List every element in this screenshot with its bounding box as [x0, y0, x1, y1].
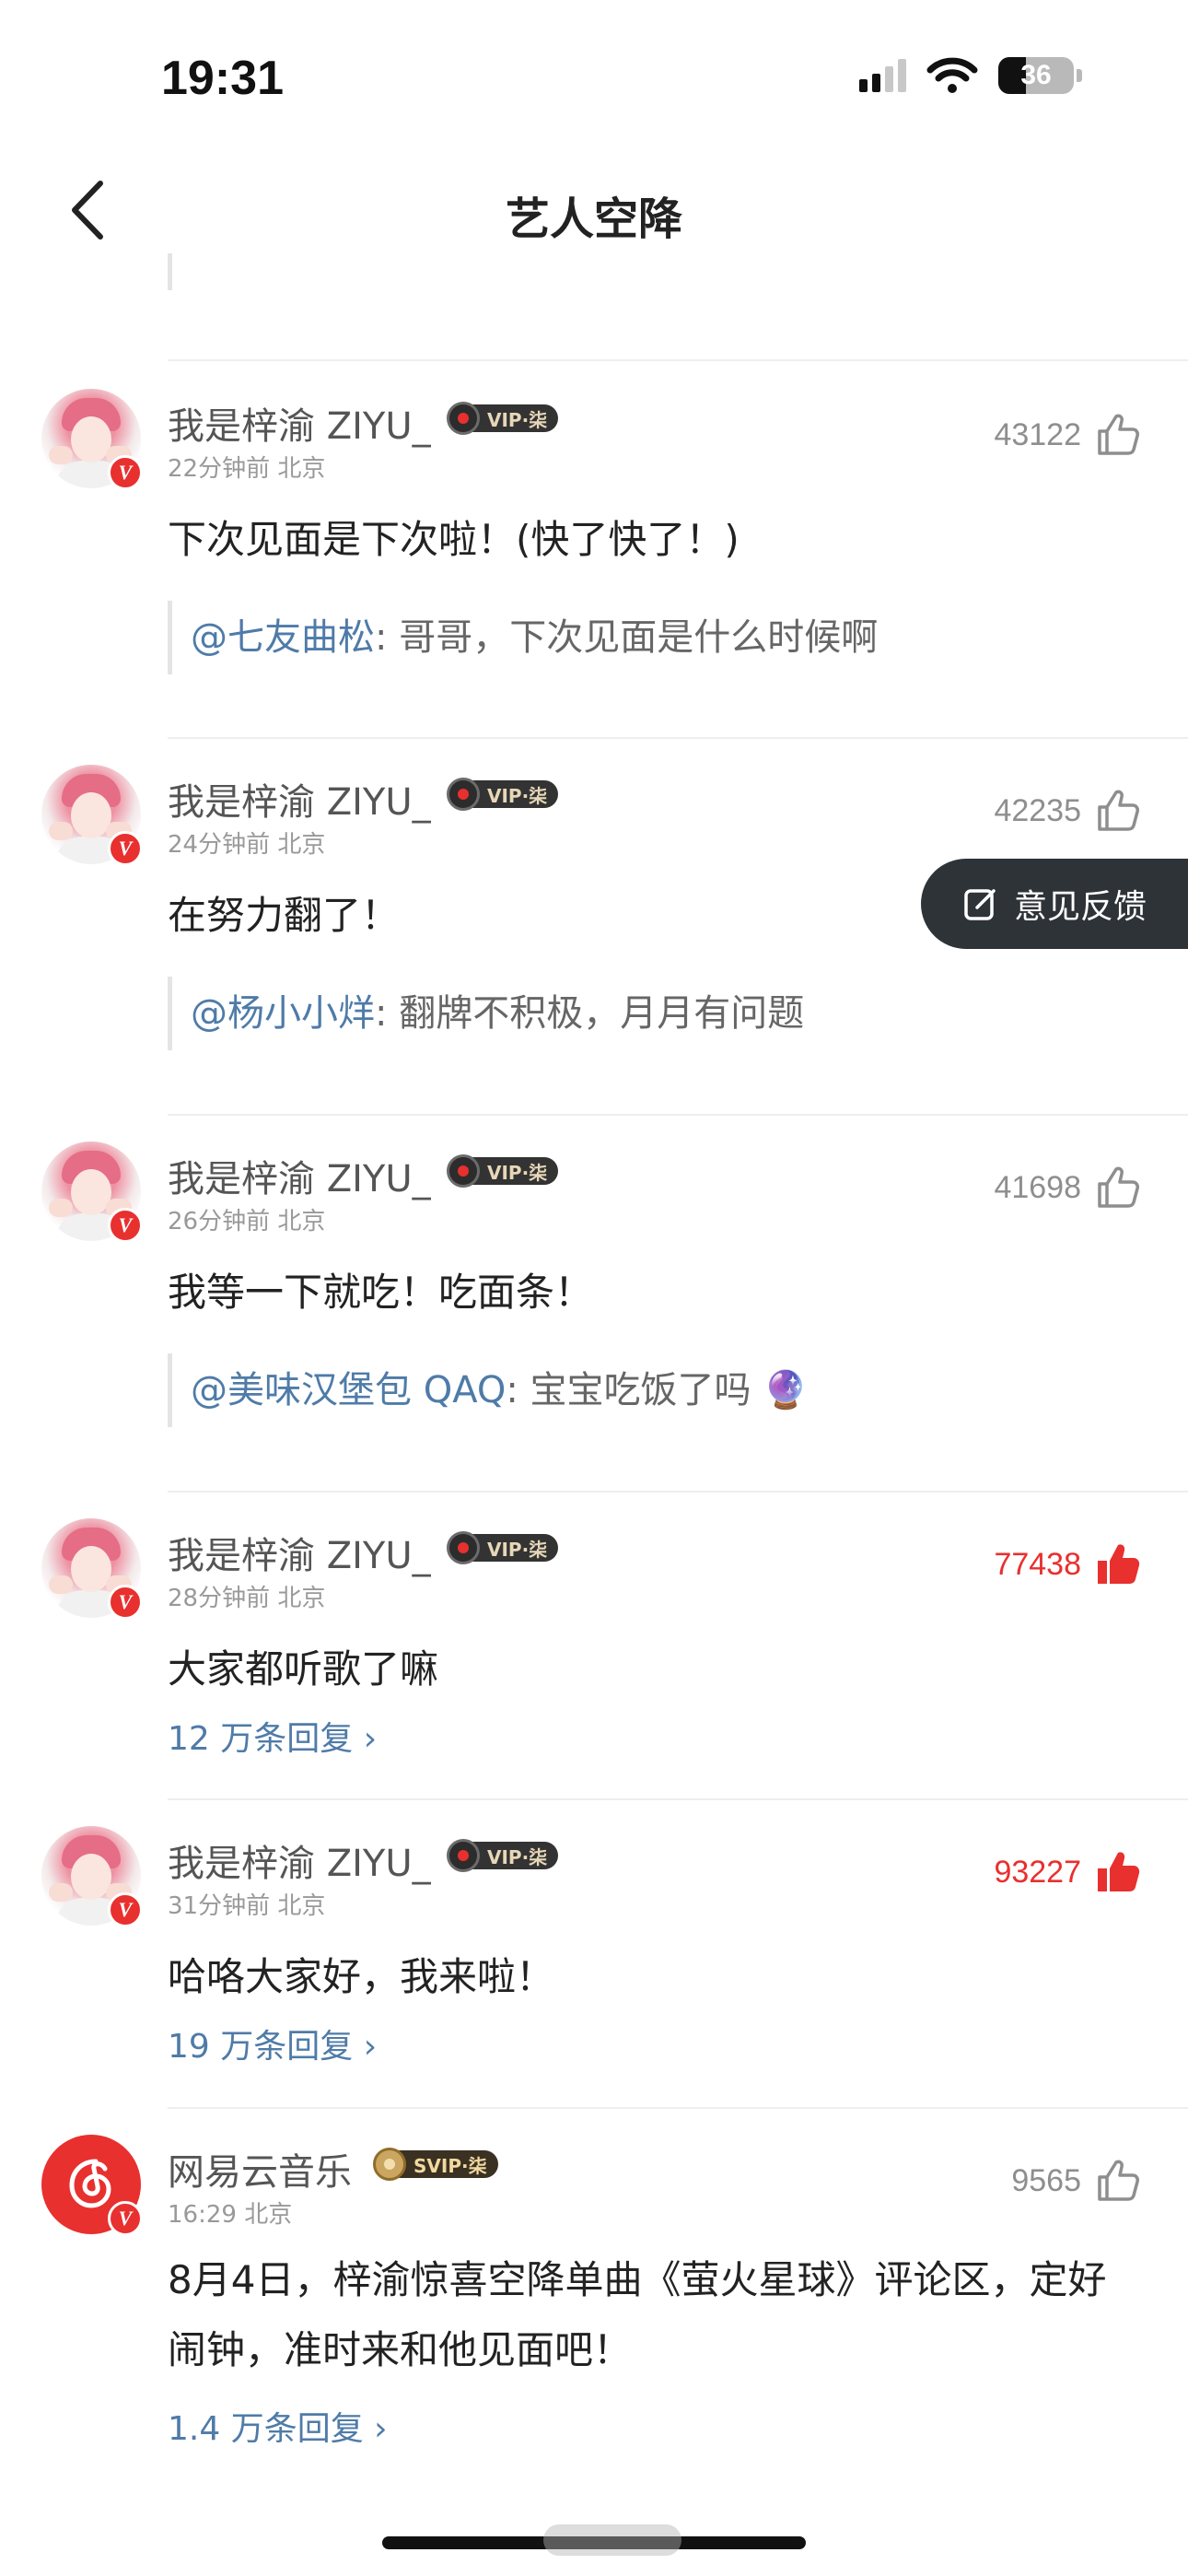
thumbs-up-icon	[1098, 2160, 1139, 2201]
like-button[interactable]: 93227	[994, 1848, 1142, 1896]
username[interactable]: 我是梓渝 ZIYU_	[168, 396, 431, 450]
verified-v-icon: V	[108, 1208, 143, 1243]
quoted-text: : 哥哥，下次见面是什么时候啊	[375, 616, 879, 659]
edit-icon	[964, 889, 996, 920]
clipped-previous-quote	[0, 253, 1188, 290]
thumbs-up-icon	[1098, 790, 1139, 831]
divider	[168, 359, 1188, 361]
avatar[interactable]: V	[41, 1826, 143, 1927]
like-count: 77438	[994, 1546, 1081, 1582]
comment-text: 大家都听歌了嘛	[168, 1646, 439, 1692]
comment-meta: 26分钟前 北京	[168, 1208, 326, 1235]
like-count: 9565	[1011, 2162, 1081, 2198]
quoted-comment[interactable]: @美味汉堡包 QAQ: 宝宝吃饭了吗 🔮	[168, 1353, 809, 1427]
verified-v-icon: V	[108, 831, 143, 866]
thumbs-up-icon	[1098, 1166, 1139, 1208]
verified-v-icon: V	[108, 455, 143, 490]
like-button[interactable]: 41698	[994, 1164, 1142, 1212]
comment-text: 我等一下就吃！吃面条！	[168, 1270, 594, 1315]
quoted-text: : 宝宝吃饭了吗 🔮	[506, 1369, 809, 1411]
thumbs-up-filled-icon	[1098, 1852, 1140, 1891]
thumbs-up-filled-icon	[1098, 1544, 1140, 1584]
divider	[168, 1491, 1188, 1493]
feedback-label: 意见反馈	[1014, 888, 1147, 926]
quoted-user[interactable]: @美味汉堡包 QAQ	[191, 1369, 506, 1411]
comment-meta: 31分钟前 北京	[168, 1892, 326, 1920]
page-title: 艺人空降	[505, 193, 682, 245]
vip-badge: VIP·柒	[447, 778, 559, 811]
like-count: 42235	[994, 792, 1081, 828]
vip-badge: VIP·柒	[447, 1154, 559, 1188]
quoted-text: : 翻牌不积极，月月有问题	[375, 992, 805, 1035]
vinyl-icon	[447, 402, 480, 435]
verified-v-icon: V	[108, 2201, 143, 2236]
watermark	[543, 2524, 681, 2556]
quoted-comment[interactable]: @杨小小烊: 翻牌不积极，月月有问题	[168, 977, 804, 1050]
quoted-user[interactable]: @杨小小烊	[191, 992, 375, 1035]
quoted-comment[interactable]: @七友曲松: 哥哥，下次见面是什么时候啊	[168, 601, 878, 674]
like-count: 93227	[994, 1854, 1081, 1890]
comment-text: 8月4日，梓渝惊喜空降单曲《萤火星球》评论区，定好闹钟，准时来和他见面吧！	[168, 2257, 1107, 2372]
svip-badge: SVIP·柒	[373, 2148, 498, 2181]
view-replies-link[interactable]: 19 万条回复 ›	[168, 2020, 377, 2067]
divider	[168, 1114, 1188, 1116]
quoted-user[interactable]: @七友曲松	[191, 616, 375, 659]
comment-text: 哈咯大家好，我来啦！	[168, 1954, 555, 1999]
battery-level: 36	[1020, 60, 1052, 90]
divider	[168, 1798, 1188, 1800]
vinyl-icon	[447, 778, 480, 811]
avatar[interactable]: V	[41, 2135, 143, 2236]
vip-badge: VIP·柒	[447, 1839, 559, 1872]
view-replies-link[interactable]: 12 万条回复 ›	[168, 1712, 377, 1760]
avatar[interactable]: V	[41, 389, 143, 490]
status-icons: 36	[859, 57, 1082, 94]
like-button[interactable]: 77438	[994, 1540, 1142, 1588]
like-button[interactable]: 43122	[994, 411, 1142, 459]
username[interactable]: 我是梓渝 ZIYU_	[168, 1833, 431, 1887]
like-button[interactable]: 9565	[1011, 2157, 1142, 2205]
username[interactable]: 网易云音乐	[168, 2142, 352, 2195]
status-bar: 19:31 36	[0, 0, 1188, 138]
like-count: 43122	[994, 416, 1081, 452]
feedback-button[interactable]: 意见反馈	[921, 859, 1188, 949]
vip-badge: VIP·柒	[447, 1531, 559, 1564]
status-time: 19:31	[161, 52, 284, 105]
comment-meta: 22分钟前 北京	[168, 455, 326, 483]
wifi-icon	[926, 57, 978, 93]
username[interactable]: 我是梓渝 ZIYU_	[168, 772, 431, 825]
comment-meta: 24分钟前 北京	[168, 831, 326, 859]
avatar[interactable]: V	[41, 1142, 143, 1243]
divider	[168, 2107, 1188, 2109]
vinyl-icon	[447, 1531, 480, 1564]
like-button[interactable]: 42235	[994, 787, 1142, 835]
avatar[interactable]: V	[41, 1518, 143, 1620]
nav-bar: 艺人空降	[0, 157, 1188, 267]
username[interactable]: 我是梓渝 ZIYU_	[168, 1526, 431, 1579]
cellular-signal-icon	[859, 59, 906, 92]
verified-v-icon: V	[108, 1892, 143, 1927]
view-replies-link[interactable]: 1.4 万条回复 ›	[168, 2402, 388, 2450]
comment-meta: 28分钟前 北京	[168, 1585, 326, 1612]
comment-meta: 16:29 北京	[168, 2201, 293, 2229]
battery-icon: 36	[998, 57, 1082, 94]
comment-text: 下次见面是下次啦！(快了快了！)	[168, 517, 740, 562]
verified-v-icon: V	[108, 1585, 143, 1620]
divider	[168, 737, 1188, 739]
thumbs-up-icon	[1098, 414, 1139, 455]
vip-badge: VIP·柒	[447, 402, 559, 435]
vinyl-icon	[447, 1154, 480, 1188]
vinyl-icon	[447, 1839, 480, 1872]
avatar[interactable]: V	[41, 765, 143, 866]
username[interactable]: 我是梓渝 ZIYU_	[168, 1149, 431, 1202]
like-count: 41698	[994, 1169, 1081, 1205]
vinyl-icon	[373, 2148, 406, 2181]
